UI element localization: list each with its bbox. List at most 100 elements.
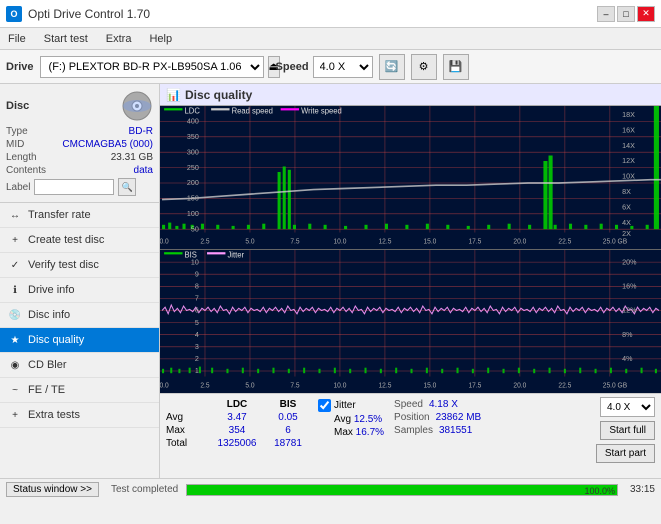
svg-text:1: 1	[195, 366, 199, 375]
status-text: Test completed	[111, 484, 178, 495]
svg-text:350: 350	[187, 132, 199, 141]
settings-button[interactable]: ⚙	[411, 54, 437, 80]
svg-text:100: 100	[187, 209, 199, 218]
refresh-button[interactable]: 🔄	[379, 54, 405, 80]
contents-value: data	[134, 165, 153, 176]
chart-header-icon: 📊	[166, 88, 181, 102]
svg-text:18X: 18X	[622, 110, 635, 119]
upper-chart-svg: 400 350 300 250 200 150 100 50 18X 16X 1…	[160, 106, 661, 249]
svg-text:12%: 12%	[622, 305, 637, 314]
disc-label-input[interactable]	[34, 179, 114, 195]
drive-select[interactable]: (F:) PLEXTOR BD-R PX-LB950SA 1.06	[40, 56, 264, 78]
mid-value: CMCMAGBA5 (000)	[62, 139, 153, 150]
svg-text:8: 8	[195, 281, 199, 290]
svg-text:17.5: 17.5	[468, 382, 481, 389]
svg-text:6X: 6X	[622, 202, 631, 211]
close-button[interactable]: ✕	[637, 6, 655, 22]
type-label: Type	[6, 126, 28, 137]
svg-text:6: 6	[195, 305, 199, 314]
disc-info-icon: 💿	[8, 308, 22, 322]
length-label: Length	[6, 152, 37, 163]
menu-start-test[interactable]: Start test	[40, 31, 92, 47]
svg-text:7.5: 7.5	[290, 238, 299, 245]
svg-text:Write speed: Write speed	[301, 106, 342, 115]
progress-bar: 100.0%	[186, 484, 618, 496]
nav-disc-quality[interactable]: ★ Disc quality	[0, 328, 159, 353]
samples-value: 381551	[439, 425, 472, 436]
save-button[interactable]: 💾	[443, 54, 469, 80]
toolbar: Drive (F:) PLEXTOR BD-R PX-LB950SA 1.06 …	[0, 50, 661, 84]
nav-fe-te[interactable]: ~ FE / TE	[0, 378, 159, 403]
maximize-button[interactable]: □	[617, 6, 635, 22]
svg-text:2: 2	[195, 354, 199, 363]
svg-text:7: 7	[195, 293, 199, 302]
svg-text:10.0: 10.0	[333, 382, 346, 389]
start-part-button[interactable]: Start part	[596, 444, 655, 463]
svg-text:2.5: 2.5	[200, 238, 209, 245]
stats-speed-select[interactable]: 4.0 X	[600, 397, 655, 417]
svg-text:50: 50	[191, 224, 199, 233]
mid-label: MID	[6, 139, 24, 150]
jitter-checkbox[interactable]	[318, 399, 331, 412]
col-empty	[166, 399, 206, 410]
nav-disc-info-label: Disc info	[28, 309, 70, 321]
svg-text:20.0: 20.0	[513, 238, 526, 245]
menu-help[interactable]: Help	[145, 31, 176, 47]
svg-text:10.0: 10.0	[333, 238, 346, 245]
status-window-button[interactable]: Status window >>	[6, 482, 99, 497]
disc-icon	[121, 90, 153, 122]
svg-text:5.0: 5.0	[245, 382, 254, 389]
svg-text:Jitter: Jitter	[227, 250, 244, 259]
nav-disc-quality-label: Disc quality	[28, 334, 84, 346]
svg-text:7.5: 7.5	[290, 382, 299, 389]
menu-file[interactable]: File	[4, 31, 30, 47]
svg-text:25.0 GB: 25.0 GB	[603, 382, 628, 389]
stats-table: LDC BIS Avg 3.47 0.05 Max 354 6 Total 13…	[166, 399, 308, 449]
total-label: Total	[166, 438, 206, 449]
disc-quality-icon: ★	[8, 333, 22, 347]
cd-bler-icon: ◉	[8, 358, 22, 372]
nav-disc-info[interactable]: 💿 Disc info	[0, 303, 159, 328]
jitter-max-value: 16.7%	[356, 427, 384, 438]
drive-label: Drive	[6, 61, 34, 73]
svg-text:250: 250	[187, 163, 199, 172]
start-full-button[interactable]: Start full	[600, 421, 655, 440]
disc-label-button[interactable]: 🔍	[118, 178, 136, 196]
disc-panel: Disc Type BD-R MID CMCMAGBA5 (000) Lengt…	[0, 84, 159, 203]
col-bis-header: BIS	[268, 399, 308, 410]
speed-select[interactable]: 4.0 X	[313, 56, 373, 78]
menu-extra[interactable]: Extra	[102, 31, 136, 47]
svg-text:4%: 4%	[622, 354, 633, 363]
type-value: BD-R	[129, 126, 153, 137]
svg-text:LDC: LDC	[185, 106, 201, 115]
max-label: Max	[166, 425, 206, 436]
disc-label-label: Label	[6, 182, 30, 193]
svg-text:2.5: 2.5	[200, 382, 209, 389]
jitter-section: Jitter Avg 12.5% Max 16.7%	[318, 399, 384, 438]
speed-position-section: Speed 4.18 X Position 23862 MB Samples 3…	[394, 399, 481, 436]
speed-label: Speed	[276, 61, 309, 73]
max-bis: 6	[268, 425, 308, 436]
svg-text:150: 150	[187, 193, 199, 202]
lower-chart: 10 9 8 7 6 5 4 3 2 1 20% 16%	[160, 250, 661, 393]
nav-create-test-disc[interactable]: + Create test disc	[0, 228, 159, 253]
nav-verify-test-disc[interactable]: ✓ Verify test disc	[0, 253, 159, 278]
nav-create-test-disc-label: Create test disc	[28, 234, 104, 246]
nav-cd-bler-label: CD Bler	[28, 359, 67, 371]
svg-text:20%: 20%	[622, 257, 637, 266]
minimize-button[interactable]: –	[597, 6, 615, 22]
extra-tests-icon: +	[8, 408, 22, 422]
speed-label: Speed	[394, 399, 423, 410]
nav-drive-info[interactable]: ℹ Drive info	[0, 278, 159, 303]
svg-text:3: 3	[195, 342, 199, 351]
nav-items: ↔ Transfer rate + Create test disc ✓ Ver…	[0, 203, 159, 478]
create-test-disc-icon: +	[8, 233, 22, 247]
nav-cd-bler[interactable]: ◉ CD Bler	[0, 353, 159, 378]
upper-chart: 400 350 300 250 200 150 100 50 18X 16X 1…	[160, 106, 661, 250]
nav-extra-tests[interactable]: + Extra tests	[0, 403, 159, 428]
svg-text:12.5: 12.5	[378, 238, 391, 245]
nav-transfer-rate[interactable]: ↔ Transfer rate	[0, 203, 159, 228]
transfer-rate-icon: ↔	[8, 208, 22, 222]
nav-drive-info-label: Drive info	[28, 284, 74, 296]
svg-text:400: 400	[187, 116, 199, 125]
